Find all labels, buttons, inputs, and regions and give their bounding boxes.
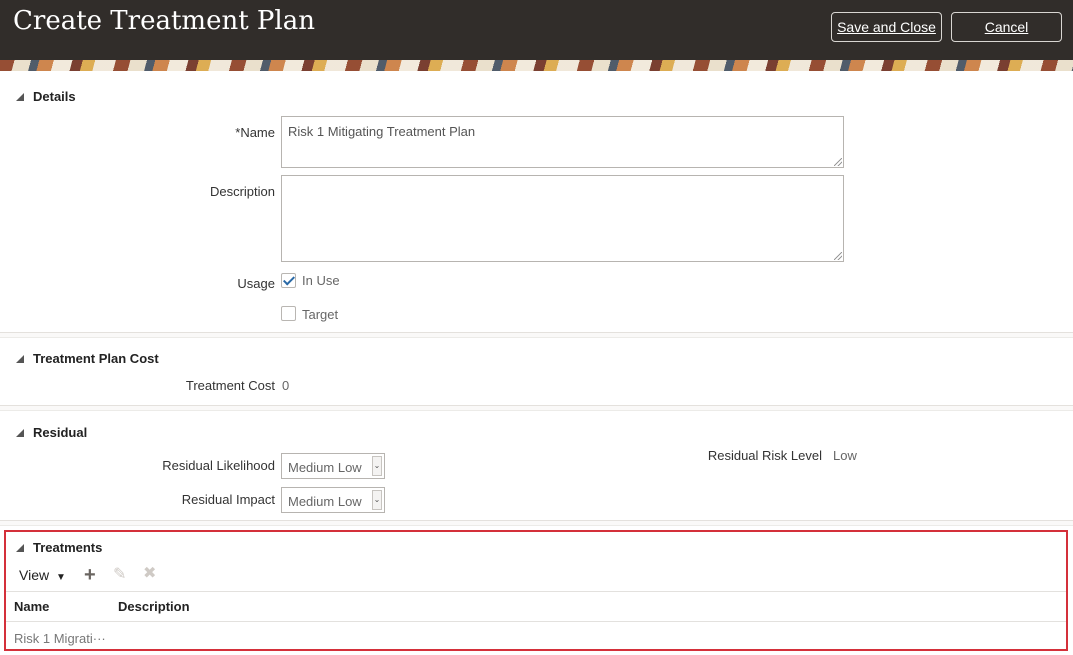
decorative-banner [0,60,1073,71]
residual-likelihood-value: Medium Low [288,460,362,475]
page-title: Create Treatment Plan [13,6,315,36]
cancel-label: Cancel [984,19,1029,35]
edit-icon[interactable]: ✎ [113,567,126,583]
cancel-button[interactable]: Cancel [951,12,1062,42]
collapse-triangle-icon [16,428,24,437]
save-and-close-button[interactable]: Save and Close [831,12,942,42]
collapse-triangle-icon [16,92,24,101]
collapse-triangle-icon [16,543,24,552]
resize-grip-icon[interactable] [834,252,842,260]
in-use-checkbox[interactable] [281,273,296,288]
row-name-cell[interactable]: Risk 1 Migrati··· [14,631,106,646]
residual-likelihood-select[interactable]: Medium Low ⌄ [281,453,385,479]
treatments-section-header[interactable]: Treatments [16,540,102,555]
treatment-cost-label: Treatment Cost [185,378,275,393]
treatments-heading: Treatments [33,540,103,555]
in-use-label[interactable]: In Use [302,273,340,288]
table-header-top-border [6,591,1066,592]
residual-impact-value: Medium Low [288,494,362,509]
residual-risk-level-value: Low [833,448,857,463]
column-header-description[interactable]: Description [118,599,190,614]
residual-impact-select[interactable]: Medium Low ⌄ [281,487,385,513]
collapse-triangle-icon [16,354,24,363]
section-divider [0,520,1073,526]
residual-likelihood-label: Residual Likelihood [162,458,275,473]
residual-impact-label: Residual Impact [181,492,275,507]
residual-section-header[interactable]: Residual [16,425,87,440]
details-heading: Details [33,89,76,104]
description-field[interactable] [281,175,844,262]
add-icon[interactable]: + [84,565,96,585]
view-menu-label: View [19,567,50,583]
name-label: *Name [235,125,275,140]
column-header-name[interactable]: Name [14,599,49,614]
treatment-plan-cost-heading: Treatment Plan Cost [33,351,159,366]
name-field-value: Risk 1 Mitigating Treatment Plan [288,124,476,139]
treatment-cost-value: 0 [282,378,290,393]
usage-label: Usage [237,276,275,291]
chevron-down-icon[interactable]: ⌄ [372,456,382,476]
name-field[interactable]: Risk 1 Mitigating Treatment Plan [281,116,844,168]
treatment-plan-cost-section-header[interactable]: Treatment Plan Cost [16,351,159,366]
resize-grip-icon[interactable] [834,158,842,166]
section-divider [0,332,1073,338]
save-and-close-label: Save and Close [837,19,936,35]
target-checkbox[interactable] [281,306,296,321]
chevron-down-icon[interactable]: ⌄ [372,490,382,510]
delete-icon[interactable]: ✖ [143,566,156,582]
page-header: Create Treatment Plan Save and Close Can… [0,0,1073,60]
target-label[interactable]: Target [302,307,338,322]
residual-heading: Residual [33,425,88,440]
caret-down-icon: ▼ [55,572,66,583]
details-section-header[interactable]: Details [16,89,76,104]
residual-risk-level-label: Residual Risk Level [707,448,822,463]
description-label: Description [209,184,275,199]
table-header-bottom-border [6,621,1066,622]
view-menu[interactable]: View ▼ [19,567,66,583]
section-divider [0,405,1073,411]
